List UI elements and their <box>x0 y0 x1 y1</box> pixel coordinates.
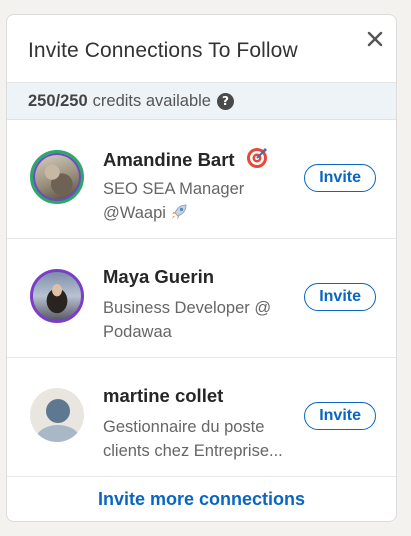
connection-row: Maya Guerin Business Developer @ Podawaa… <box>7 239 396 358</box>
dialog-header: Invite Connections To Follow <box>7 15 396 83</box>
headline-line-2: clients chez Entreprise... <box>103 442 283 460</box>
headline-line-2-text: @Waapi <box>103 204 166 222</box>
connection-row: martine collet Gestionnaire du poste cli… <box>7 358 396 477</box>
close-icon <box>367 31 383 47</box>
connection-name[interactable]: martine collet <box>103 385 223 407</box>
invite-button[interactable]: Invite <box>304 283 376 311</box>
dialog-footer: Invite more connections <box>7 477 396 521</box>
credits-count: 250/250 <box>28 91 88 110</box>
invite-more-connections-link[interactable]: Invite more connections <box>98 489 305 510</box>
close-button[interactable] <box>364 28 386 50</box>
connection-name-text: martine collet <box>103 385 224 406</box>
credits-label: credits available <box>92 91 211 110</box>
headline-line-2: @Waapi <box>103 201 293 225</box>
headline-line-1: SEO SEA Manager <box>103 180 245 198</box>
connection-headline: Gestionnaire du poste clients chez Entre… <box>103 415 293 463</box>
question-circle-icon[interactable]: ? <box>216 92 234 110</box>
connection-name[interactable]: Amandine Bart <box>103 147 268 171</box>
rocket-icon <box>171 204 187 219</box>
default-avatar-body <box>36 425 80 442</box>
connection-name-text: Amandine Bart <box>103 149 235 170</box>
connection-name-text: Maya Guerin <box>103 266 215 287</box>
headline-line-1: Gestionnaire du poste <box>103 418 265 436</box>
avatar[interactable] <box>30 150 84 204</box>
invite-button[interactable]: Invite <box>304 402 376 430</box>
dialog-title: Invite Connections To Follow <box>28 39 298 62</box>
credits-bar: 250/250 credits available ? <box>7 83 396 120</box>
connection-headline: SEO SEA Manager @Waapi <box>103 177 293 225</box>
headline-line-1: Business Developer @ <box>103 299 272 317</box>
connection-headline: Business Developer @ Podawaa <box>103 296 293 344</box>
connection-name[interactable]: Maya Guerin <box>103 266 214 288</box>
connection-row: Amandine Bart SEO SEA Manager @Waapi Inv… <box>7 120 396 239</box>
headline-line-2: Podawaa <box>103 323 172 341</box>
invite-button[interactable]: Invite <box>304 164 376 192</box>
connection-list: Amandine Bart SEO SEA Manager @Waapi Inv… <box>7 120 396 477</box>
default-avatar-head <box>46 399 70 423</box>
avatar[interactable] <box>30 269 84 323</box>
target-icon <box>246 148 267 168</box>
avatar[interactable] <box>30 388 84 442</box>
invite-connections-dialog: Invite Connections To Follow 250/250 cre… <box>6 14 397 522</box>
